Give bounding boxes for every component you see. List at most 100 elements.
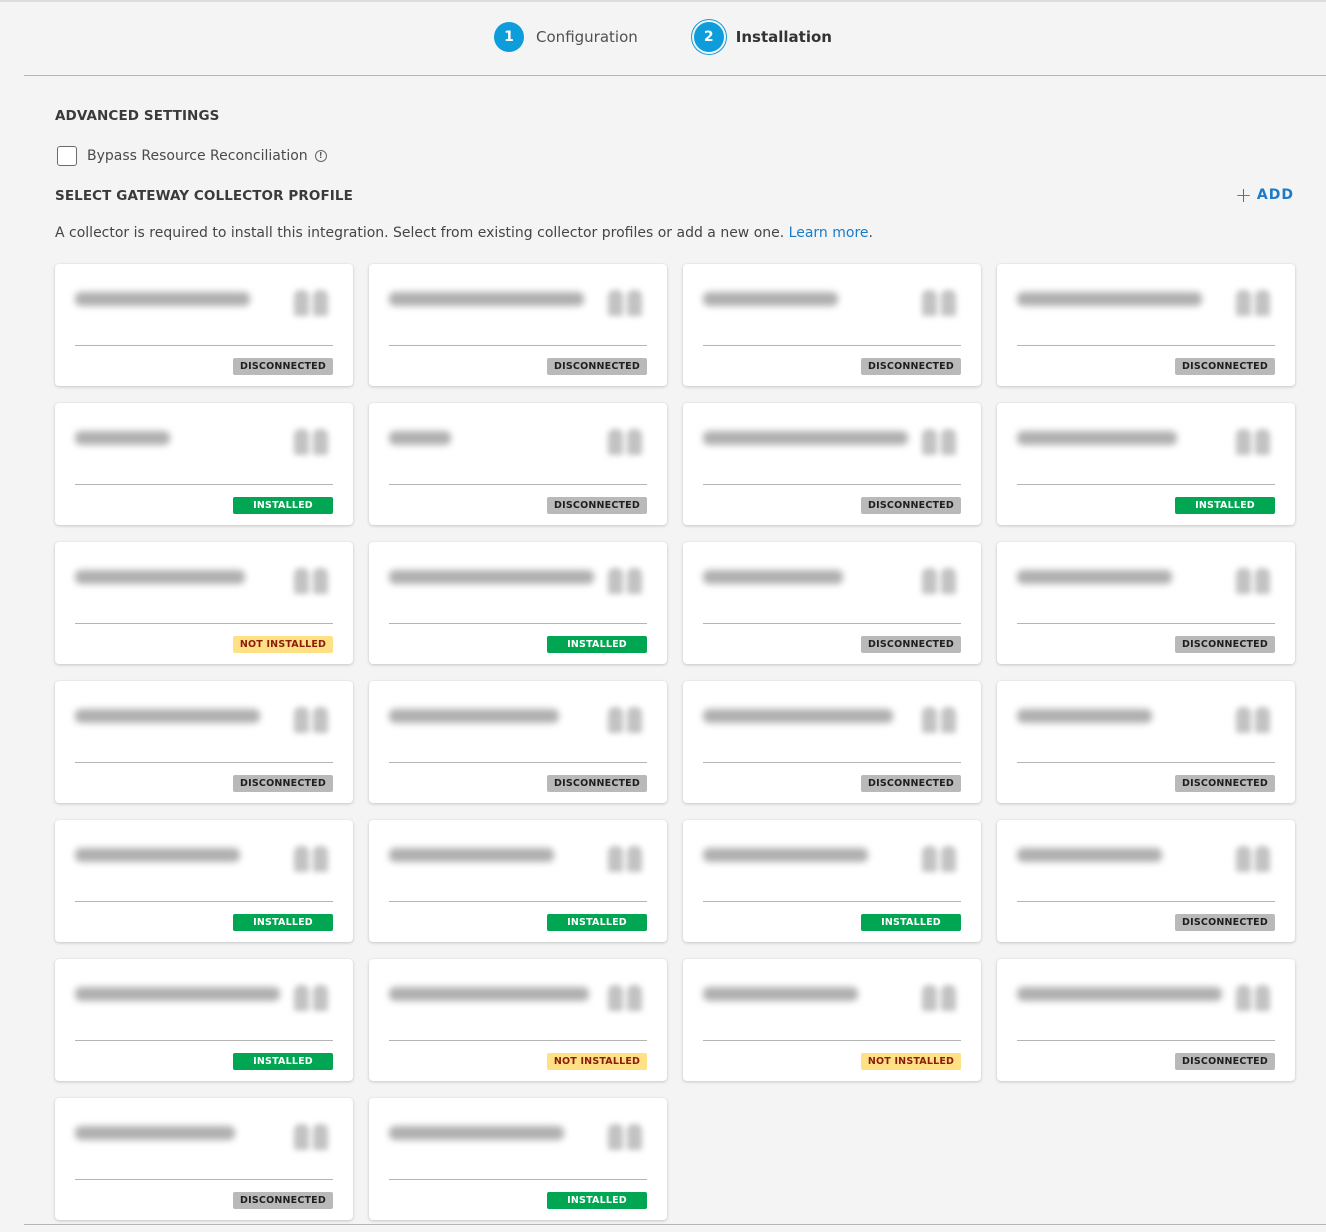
collector-type-icon [607,981,643,1011]
status-badge: DISCONNECTED [861,636,961,653]
step-label: Installation [735,28,832,46]
collector-type-icon [921,564,957,594]
stepper-divider [24,75,1326,76]
collector-type-icon [607,564,643,594]
collector-name-obscured [75,709,260,723]
collector-profile-card[interactable]: INSTALLED [369,1098,667,1220]
collector-profile-card[interactable]: DISCONNECTED [997,264,1295,386]
status-badge: DISCONNECTED [233,358,333,375]
step-installation[interactable]: 2 Installation [693,22,832,52]
collector-type-icon [921,425,957,455]
collector-profile-card[interactable]: NOT INSTALLED [683,959,981,1081]
card-divider [389,1179,647,1180]
status-badge: DISCONNECTED [861,497,961,514]
collector-name-obscured [1017,848,1162,862]
collector-profile-card[interactable]: INSTALLED [55,403,353,525]
advanced-settings-heading: ADVANCED SETTINGS [55,108,220,124]
collector-profile-card[interactable]: DISCONNECTED [997,681,1295,803]
status-badge: INSTALLED [1175,497,1275,514]
info-circle-icon[interactable]: ! [314,150,327,162]
collector-type-icon [1235,981,1271,1011]
collector-profile-card[interactable]: DISCONNECTED [369,264,667,386]
collector-type-icon [921,842,957,872]
collector-type-icon [1235,564,1271,594]
collector-profile-card[interactable]: INSTALLED [369,820,667,942]
step-number-badge: 1 [494,22,525,52]
collector-name-obscured [75,431,170,445]
collector-name-obscured [75,292,250,306]
collector-type-icon [921,703,957,733]
collector-type-icon [1235,703,1271,733]
collector-profile-heading: SELECT GATEWAY COLLECTOR PROFILE [55,188,353,204]
collector-type-icon [1235,286,1271,316]
collector-profile-card[interactable]: DISCONNECTED [55,264,353,386]
card-divider [1017,762,1275,763]
collector-name-obscured [1017,292,1202,306]
collector-name-obscured [1017,987,1222,1001]
step-label: Configuration [536,28,638,46]
bottom-divider [24,1224,1326,1225]
collector-profile-card[interactable]: DISCONNECTED [55,1098,353,1220]
card-divider [389,484,647,485]
collector-type-icon [921,981,957,1011]
card-divider [703,901,961,902]
status-badge: DISCONNECTED [861,358,961,375]
collector-profile-card[interactable]: DISCONNECTED [369,681,667,803]
bypass-reconciliation-label[interactable]: Bypass Resource Reconciliation [87,148,308,164]
collector-profile-card[interactable]: NOT INSTALLED [369,959,667,1081]
description-end: . [868,225,873,241]
collector-profile-card[interactable]: INSTALLED [55,959,353,1081]
collector-name-obscured [389,570,594,584]
collector-profile-card[interactable]: DISCONNECTED [683,403,981,525]
add-collector-button[interactable]: + ADD [1235,185,1294,205]
collector-name-obscured [389,1126,564,1140]
collector-name-obscured [75,848,240,862]
collector-name-obscured [1017,431,1177,445]
collector-name-obscured [1017,570,1172,584]
card-divider [75,901,333,902]
collector-name-obscured [703,570,843,584]
add-label: ADD [1256,187,1294,203]
bypass-reconciliation-checkbox[interactable] [57,146,77,166]
status-badge: DISCONNECTED [547,775,647,792]
collector-profile-card[interactable]: DISCONNECTED [997,959,1295,1081]
collector-type-icon [293,842,329,872]
collector-profile-card[interactable]: DISCONNECTED [997,820,1295,942]
collector-type-icon [293,981,329,1011]
status-badge: DISCONNECTED [233,1192,333,1209]
step-configuration[interactable]: 1 Configuration [494,22,638,52]
status-badge: DISCONNECTED [1175,636,1275,653]
collector-name-obscured [703,848,868,862]
status-badge: INSTALLED [547,1192,647,1209]
status-badge: DISCONNECTED [1175,1053,1275,1070]
learn-more-link[interactable]: Learn more [789,225,869,241]
card-divider [1017,1040,1275,1041]
collector-profile-card[interactable]: INSTALLED [369,542,667,664]
status-badge: INSTALLED [233,914,333,931]
card-divider [75,762,333,763]
collector-type-icon [1235,425,1271,455]
collector-profile-card[interactable]: NOT INSTALLED [55,542,353,664]
collector-profile-card[interactable]: INSTALLED [683,820,981,942]
bypass-reconciliation-row: Bypass Resource Reconciliation ! [57,146,327,166]
collector-type-icon [1235,842,1271,872]
collector-profile-card[interactable]: DISCONNECTED [683,542,981,664]
status-badge: DISCONNECTED [547,358,647,375]
status-badge: INSTALLED [233,497,333,514]
collector-profile-card[interactable]: DISCONNECTED [997,542,1295,664]
collector-profile-card[interactable]: INSTALLED [997,403,1295,525]
collector-name-obscured [703,292,838,306]
collector-profile-card[interactable]: DISCONNECTED [683,681,981,803]
collector-type-icon [293,564,329,594]
card-divider [389,762,647,763]
step-number-badge: 2 [693,22,724,52]
status-badge: DISCONNECTED [1175,914,1275,931]
status-badge: DISCONNECTED [1175,358,1275,375]
card-divider [703,1040,961,1041]
status-badge: DISCONNECTED [233,775,333,792]
card-divider [389,623,647,624]
collector-profile-card[interactable]: DISCONNECTED [683,264,981,386]
collector-profile-card[interactable]: INSTALLED [55,820,353,942]
collector-profile-card[interactable]: DISCONNECTED [55,681,353,803]
collector-profile-card[interactable]: DISCONNECTED [369,403,667,525]
